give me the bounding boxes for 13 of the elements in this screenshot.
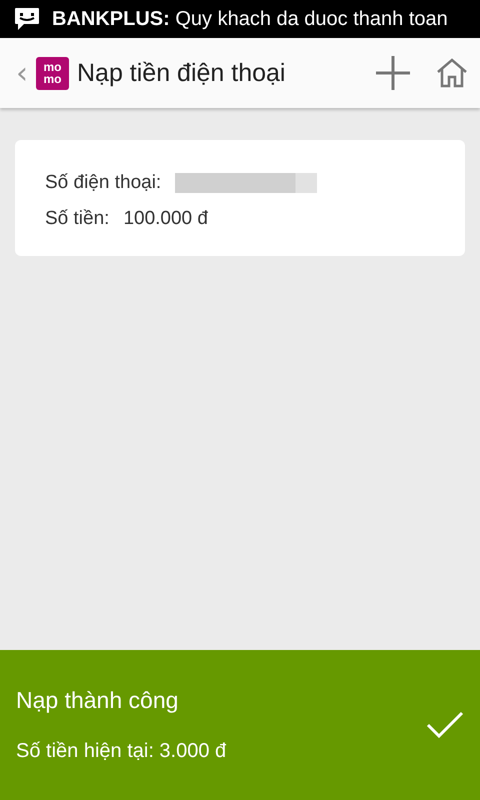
field-label: Số tiền: — [45, 208, 110, 230]
notification-text: BANKPLUS: Quy khach da duoc thanh toan — [52, 8, 448, 30]
check-icon — [426, 711, 464, 739]
balance-text: Số tiền hiện tại: 3.000 đ — [16, 740, 228, 763]
success-title: Nạp thành công — [16, 687, 180, 714]
message-icon — [14, 7, 40, 31]
add-button[interactable] — [374, 54, 412, 92]
app-logo: mo mo — [36, 56, 69, 90]
back-button[interactable]: ‹ — [12, 56, 32, 90]
home-button[interactable] — [436, 57, 468, 89]
screen-title: Nạp tiền điện thoại — [77, 58, 286, 88]
field-label: Số điện thoại: — [45, 172, 162, 194]
field-value: 100.000 đ — [123, 208, 208, 230]
